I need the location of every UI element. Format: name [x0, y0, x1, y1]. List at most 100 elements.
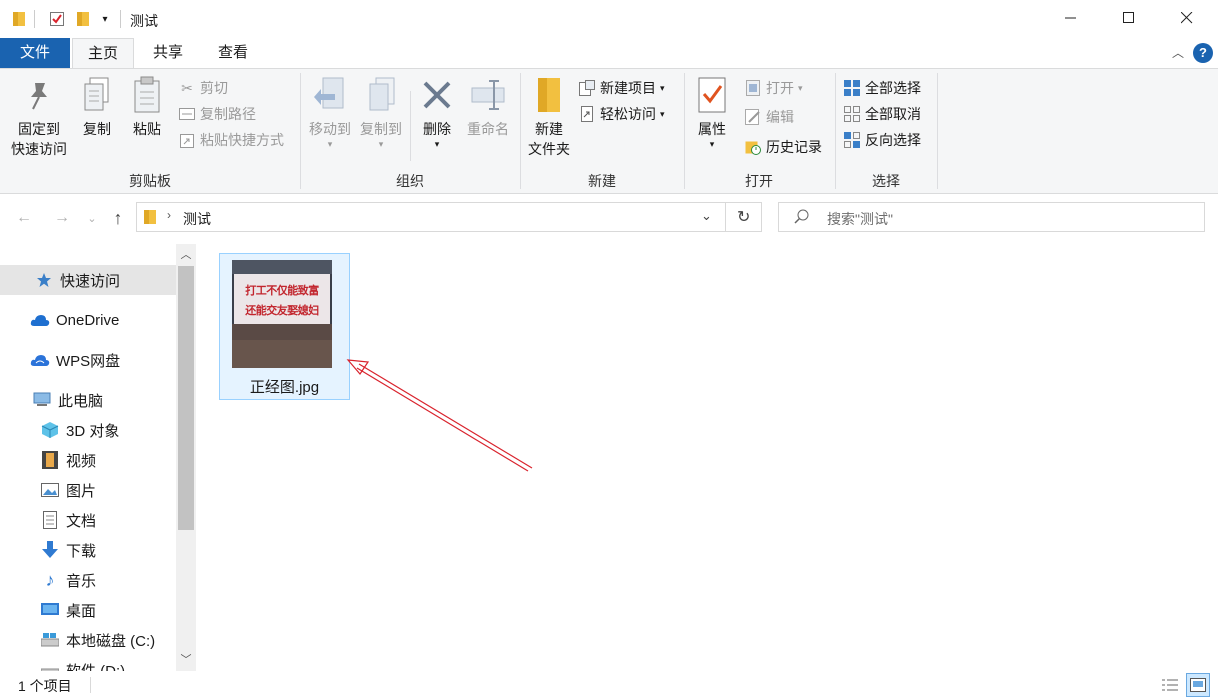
select-none-button[interactable]: 全部取消 — [843, 103, 921, 125]
dropdown-icon: ▾ — [327, 139, 333, 149]
pin-quick-access-button[interactable]: 固定到 快速访问 — [6, 75, 72, 159]
delete-button[interactable]: 删除 ▾ — [414, 75, 460, 149]
new-folder-quick-icon[interactable] — [74, 10, 92, 28]
properties-button[interactable]: 属性 ▾ — [688, 75, 736, 149]
sidebar-item-desktop[interactable]: 桌面 — [0, 595, 176, 625]
breadcrumb-chevron-icon[interactable]: › — [167, 208, 171, 222]
chevron-down-icon[interactable]: ⌄ — [701, 208, 712, 224]
sidebar-item-3d-objects[interactable]: 3D 对象 — [0, 415, 176, 445]
copy-label: 复制 — [83, 121, 111, 137]
delete-label: 删除 — [423, 121, 451, 137]
scroll-up-icon[interactable]: ︿ — [176, 244, 196, 266]
scrollbar[interactable]: ︿ ﹀ — [176, 244, 196, 671]
history-button[interactable]: 历史记录 — [744, 136, 822, 158]
maximize-icon — [1123, 11, 1135, 27]
sidebar-item-documents[interactable]: 文档 — [0, 505, 176, 535]
easy-access-button[interactable]: 轻松访问 ▾ — [578, 103, 665, 125]
large-icons-view-icon[interactable] — [1186, 673, 1210, 697]
tab-view[interactable]: 查看 — [202, 38, 264, 68]
refresh-icon[interactable]: ↻ — [737, 207, 750, 227]
tab-share[interactable]: 共享 — [136, 38, 200, 68]
cut-button[interactable]: ✂ 剪切 — [178, 77, 228, 99]
annotation-arrow — [346, 359, 533, 472]
sidebar-item-music[interactable]: ♪ 音乐 — [0, 565, 176, 595]
file-list: 打工不仅能致富 还能交友娶媳妇 正经图.jpg — [196, 244, 1218, 671]
picture-icon — [40, 480, 60, 500]
dropdown-icon: ▾ — [660, 108, 665, 119]
easy-access-label: 轻松访问 — [600, 106, 656, 122]
move-to-icon — [312, 75, 348, 115]
sidebar-item-onedrive[interactable]: OneDrive — [0, 305, 176, 335]
folder-icon — [10, 10, 28, 28]
minimize-button[interactable] — [1042, 0, 1100, 38]
edit-icon — [744, 108, 762, 126]
sidebar-item-pictures[interactable]: 图片 — [0, 475, 176, 505]
edit-button[interactable]: 编辑 — [744, 106, 794, 128]
dropdown-icon: ▾ — [709, 139, 715, 149]
help-icon[interactable]: ? — [1193, 43, 1213, 63]
rename-button[interactable]: 重命名 — [462, 75, 514, 139]
sidebar-item-videos[interactable]: 视频 — [0, 445, 176, 475]
sidebar-item-wps[interactable]: WPS网盘 — [0, 345, 176, 375]
paste-button[interactable]: 粘贴 — [126, 75, 168, 139]
close-button[interactable] — [1158, 0, 1216, 38]
sidebar-item-drive-d[interactable]: 软件 (D:) — [0, 655, 176, 671]
search-icon — [793, 208, 811, 229]
dropdown-icon: ▾ — [378, 139, 384, 149]
star-icon — [34, 270, 54, 290]
select-all-icon — [843, 79, 861, 97]
cut-label: 剪切 — [200, 80, 228, 96]
minimize-icon — [1065, 11, 1077, 27]
scrollbar-thumb[interactable] — [178, 266, 194, 530]
sidebar-item-label: 软件 (D:) — [66, 662, 126, 672]
copy-button[interactable]: 复制 — [76, 75, 118, 139]
history-icon — [744, 138, 762, 156]
sidebar-item-this-pc[interactable]: 此电脑 — [0, 385, 176, 415]
sidebar-item-label: 桌面 — [66, 602, 97, 620]
group-label-open: 打开 — [745, 173, 773, 189]
copy-to-icon — [363, 75, 399, 115]
search-box[interactable]: 搜索"测试" — [778, 202, 1205, 232]
clipboard-icon — [129, 75, 165, 115]
back-arrow-icon[interactable]: ← — [12, 206, 36, 230]
open-button[interactable]: 打开 ▾ — [744, 77, 803, 99]
invert-selection-button[interactable]: 反向选择 — [843, 129, 921, 151]
paste-shortcut-button[interactable]: 粘贴快捷方式 — [178, 129, 284, 151]
recent-locations-icon[interactable]: ⌄ — [84, 206, 100, 230]
copy-path-label: 复制路径 — [200, 106, 256, 122]
divider — [90, 677, 91, 693]
copy-path-button[interactable]: 复制路径 — [178, 103, 256, 125]
sidebar-item-label: 3D 对象 — [66, 422, 120, 440]
scroll-down-icon[interactable]: ﹀ — [176, 649, 196, 671]
chevron-up-icon[interactable]: ︿ — [1168, 44, 1188, 62]
download-icon — [40, 540, 60, 560]
cloud-icon — [30, 350, 50, 370]
navigation-pane: 快速访问 OneDrive WPS网盘 此电脑 3D 对象 视频 图片 文档 下… — [0, 244, 196, 671]
thumbnail-sky — [232, 260, 332, 274]
sidebar-item-quick-access[interactable]: 快速访问 — [0, 265, 176, 295]
sidebar-item-label: 本地磁盘 (C:) — [66, 632, 156, 650]
breadcrumb-path[interactable]: 测试 — [183, 209, 211, 229]
sidebar-item-downloads[interactable]: 下载 — [0, 535, 176, 565]
copy-to-button[interactable]: 复制到 ▾ — [356, 75, 406, 149]
up-arrow-icon[interactable]: ↑ — [106, 206, 130, 230]
maximize-button[interactable] — [1100, 0, 1158, 38]
customize-toolbar-icon[interactable]: ▾ — [98, 10, 112, 28]
invert-selection-label: 反向选择 — [865, 132, 921, 148]
new-folder-button[interactable]: 新建 文件夹 — [524, 75, 574, 159]
properties-quick-icon[interactable] — [48, 10, 66, 28]
search-input[interactable]: 搜索"测试" — [827, 209, 893, 229]
forward-arrow-icon[interactable]: → — [50, 206, 74, 230]
computer-icon — [32, 390, 52, 410]
tab-file[interactable]: 文件 — [0, 38, 70, 68]
drive-icon — [40, 660, 60, 671]
select-all-label: 全部选择 — [865, 80, 921, 96]
select-all-button[interactable]: 全部选择 — [843, 77, 921, 99]
new-item-button[interactable]: 新建项目 ▾ — [578, 77, 665, 99]
address-bar[interactable]: › 测试 ⌄ ↻ — [136, 202, 762, 232]
tab-home[interactable]: 主页 — [72, 38, 134, 69]
move-to-button[interactable]: 移动到 ▾ — [304, 75, 356, 149]
file-item[interactable]: 打工不仅能致富 还能交友娶媳妇 正经图.jpg — [219, 253, 350, 400]
sidebar-item-drive-c[interactable]: 本地磁盘 (C:) — [0, 625, 176, 655]
details-view-icon[interactable] — [1160, 675, 1180, 695]
